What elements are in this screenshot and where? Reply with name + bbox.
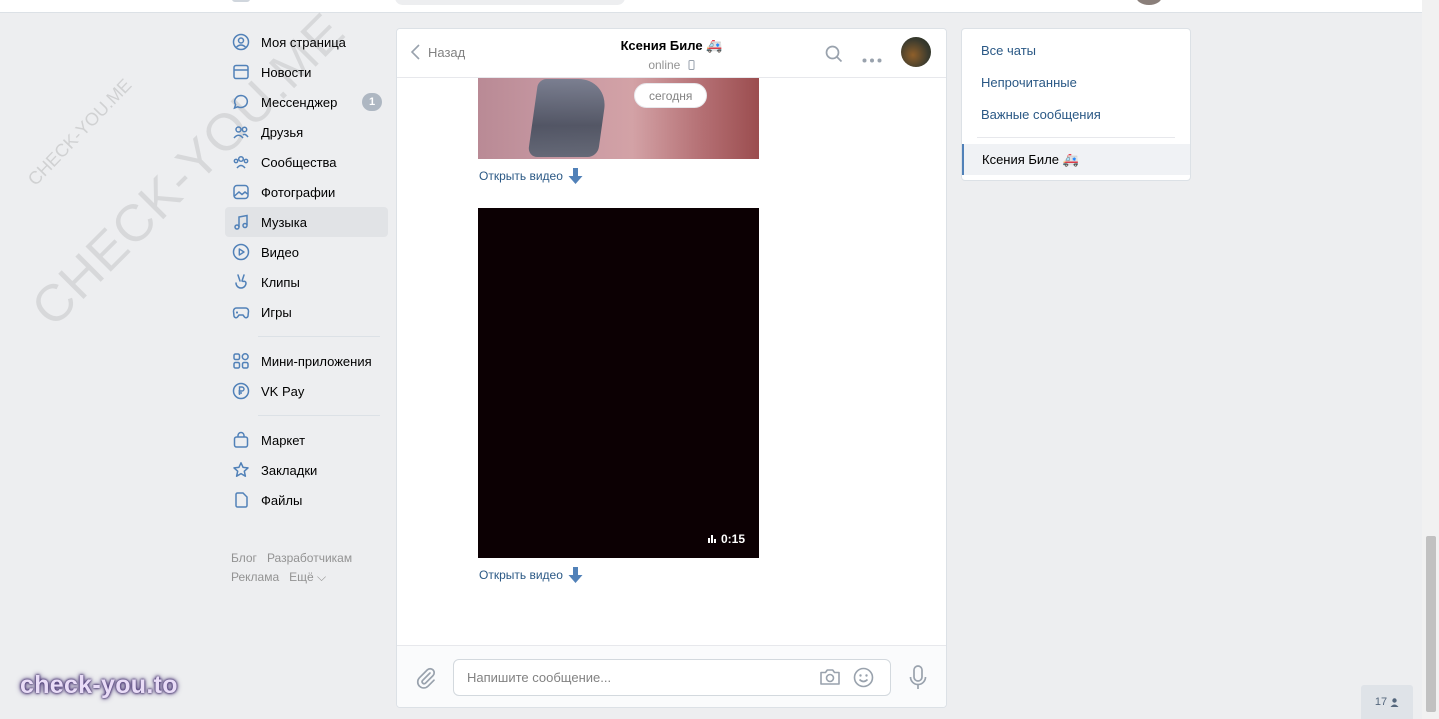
nav-item-file[interactable]: Файлы — [225, 485, 388, 515]
peer-avatar[interactable] — [901, 37, 931, 67]
filter-unread[interactable]: Непрочитанные — [962, 66, 1190, 98]
person-icon — [1390, 697, 1399, 707]
vk-logo-icon[interactable] — [232, 0, 250, 2]
emoji-icon[interactable] — [853, 667, 874, 691]
nav-item-photo[interactable]: Фотографии — [225, 177, 388, 207]
nav-item-label: Файлы — [261, 492, 303, 508]
newspaper-icon — [232, 63, 250, 81]
video-preview-chair — [527, 79, 609, 157]
nav-item-label: Видео — [261, 244, 299, 260]
paperclip-icon[interactable] — [415, 667, 437, 692]
chat-header: Назад Ксения Биле 🚑 online — [397, 29, 946, 78]
chat-bubble-icon — [232, 93, 250, 111]
footer-links: Блог Разработчикам Реклама Ещё ⌵ — [231, 549, 391, 587]
user-circle-icon — [232, 33, 250, 51]
filter-important[interactable]: Важные сообщения — [962, 98, 1190, 130]
footer-developers-link[interactable]: Разработчикам — [267, 551, 352, 565]
nav-item-label: VK Pay — [261, 383, 305, 399]
communities-icon — [232, 153, 250, 171]
watermark-small: CHECK-YOU.ME — [23, 74, 136, 190]
nav-item-label: Маркет — [261, 432, 306, 448]
peer-status-text: online — [648, 58, 681, 72]
footer-more-link[interactable]: Ещё ⌵ — [289, 570, 326, 584]
nav-item-label: Фотографии — [261, 184, 336, 200]
more-options-icon[interactable] — [862, 51, 882, 66]
nav-item-gamepad[interactable]: Игры — [225, 297, 388, 327]
nav-item-label: Клипы — [261, 274, 300, 290]
open-video-link-1[interactable]: Открыть видео — [479, 168, 583, 184]
nav-item-user-circle[interactable]: Моя страница — [225, 27, 388, 57]
mobile-phone-icon — [688, 60, 695, 70]
chat-panel: Назад Ксения Биле 🚑 online сегодня Откры… — [396, 28, 947, 708]
nav-item-label: Игры — [261, 304, 292, 320]
arrow-down-icon — [568, 168, 583, 184]
nav-item-clips[interactable]: Клипы — [225, 267, 388, 297]
nav-item-label: Музыка — [261, 214, 307, 230]
online-count: 17 — [1374, 696, 1388, 708]
camera-icon[interactable] — [819, 668, 841, 689]
profile-avatar[interactable] — [1136, 0, 1162, 5]
video-duration-text: 0:15 — [720, 532, 745, 546]
nav-item-newspaper[interactable]: Новости — [225, 57, 388, 87]
nav-item-chat-bubble[interactable]: Мессенджер 1 — [225, 87, 388, 117]
nav-item-label: Сообщества — [261, 154, 337, 170]
scrollbar-thumb[interactable] — [1426, 536, 1436, 712]
open-video-label: Открыть видео — [479, 169, 563, 183]
play-circle-icon — [232, 243, 250, 261]
nav-item-communities[interactable]: Сообщества — [225, 147, 388, 177]
date-separator: сегодня — [634, 83, 708, 108]
gamepad-icon — [232, 303, 250, 321]
clips-icon — [232, 273, 250, 291]
nav-item-label: Новости — [261, 64, 312, 80]
open-video-label: Открыть видео — [479, 568, 563, 582]
nav-item-ruble-circle[interactable]: VK Pay — [225, 376, 388, 406]
left-navigation: Моя страница Новости Мессенджер 1 Друзья Сооб… — [225, 27, 388, 515]
video-preview-2[interactable]: 0:15 — [478, 208, 759, 558]
nav-item-music-note[interactable]: Музыка — [225, 207, 388, 237]
open-video-link-2[interactable]: Открыть видео — [479, 567, 583, 583]
bag-icon — [232, 431, 250, 449]
nav-item-bag[interactable]: Маркет — [225, 425, 388, 455]
active-chat-item[interactable]: Ксения Биле 🚑 — [962, 144, 1190, 175]
top-bar — [0, 0, 1422, 13]
nav-item-label: Мессенджер — [261, 94, 338, 110]
nav-divider — [258, 415, 380, 416]
nav-item-play-circle[interactable]: Видео — [225, 237, 388, 267]
message-composer — [397, 645, 946, 707]
global-search-input[interactable] — [395, 0, 625, 5]
video-duration: 0:15 — [707, 532, 745, 546]
footer-ads-link[interactable]: Реклама — [231, 570, 279, 584]
filter-all-chats[interactable]: Все чаты — [962, 34, 1190, 66]
arrow-down-icon — [568, 567, 583, 583]
audio-bars-icon — [707, 535, 716, 543]
chat-filters-panel: Все чаты Непрочитанные Важные сообщения … — [961, 28, 1191, 181]
star-icon — [232, 461, 250, 479]
nav-item-grid[interactable]: Мини-приложения — [225, 346, 388, 376]
ruble-circle-icon — [232, 382, 250, 400]
brand-watermark: check-you.to — [20, 671, 178, 699]
microphone-icon[interactable] — [908, 665, 928, 694]
nav-item-star[interactable]: Закладки — [225, 455, 388, 485]
photo-icon — [232, 183, 250, 201]
footer-blog-link[interactable]: Блог — [231, 551, 257, 565]
nav-item-label: Моя страница — [261, 34, 346, 50]
file-icon — [232, 491, 250, 509]
nav-item-label: Закладки — [261, 462, 318, 478]
search-icon[interactable] — [825, 45, 843, 66]
nav-item-label: Мини-приложения — [261, 353, 372, 369]
online-friends-counter[interactable]: 17 — [1361, 685, 1413, 719]
nav-item-friends[interactable]: Друзья — [225, 117, 388, 147]
filters-divider — [977, 137, 1175, 138]
nav-divider — [258, 336, 380, 337]
video-preview-1[interactable] — [478, 77, 759, 159]
music-note-icon — [232, 213, 250, 231]
friends-icon — [232, 123, 250, 141]
nav-item-label: Друзья — [261, 124, 304, 140]
unread-badge: 1 — [362, 93, 382, 111]
grid-icon — [232, 352, 250, 370]
